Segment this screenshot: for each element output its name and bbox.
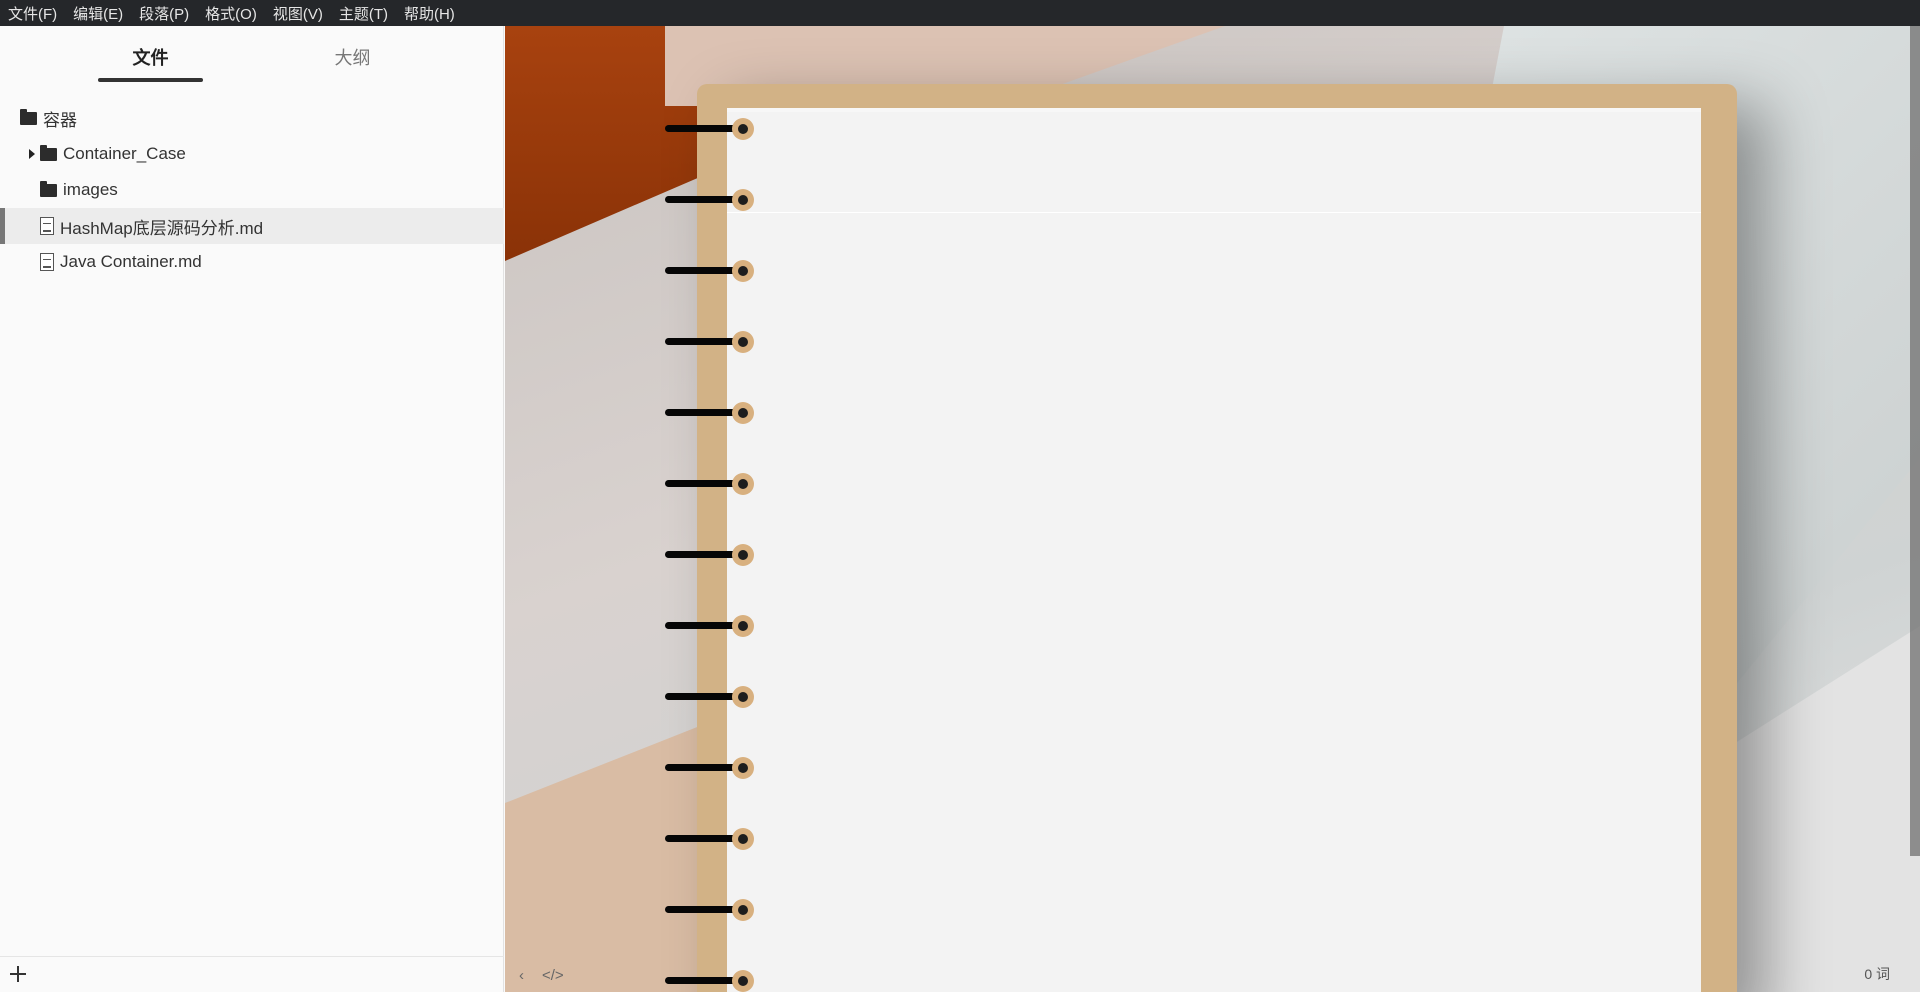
editor-scrollbar[interactable] xyxy=(1910,26,1920,856)
spiral-ring xyxy=(665,897,754,923)
spiral-ring xyxy=(665,471,754,497)
sidebar-tabs: 文件 大纲 xyxy=(0,26,503,84)
folder-icon xyxy=(20,108,37,125)
chevron-left-icon[interactable]: ‹ xyxy=(519,967,524,984)
tree-folder-container-case[interactable]: Container_Case xyxy=(0,136,504,172)
ring-hole xyxy=(732,899,754,921)
ring-hole xyxy=(732,331,754,353)
ring-hole xyxy=(732,402,754,424)
file-tree: 容器 Container_Case images HashMap底层源码分析.m… xyxy=(0,100,504,280)
paper-rule-line xyxy=(727,212,1701,213)
ring-hole xyxy=(732,828,754,850)
ring-hole xyxy=(732,544,754,566)
ring-hole xyxy=(732,615,754,637)
ring-hole xyxy=(732,686,754,708)
file-icon xyxy=(40,253,54,271)
spiral-ring xyxy=(665,400,754,426)
ring-hole xyxy=(732,757,754,779)
tree-file-java-container[interactable]: Java Container.md xyxy=(0,244,504,280)
status-bar-left: ‹ </> xyxy=(519,967,564,984)
spiral-ring xyxy=(665,329,754,355)
spiral-ring xyxy=(665,684,754,710)
ring-hole xyxy=(732,118,754,140)
notebook-cover xyxy=(697,84,1737,992)
tree-folder-root[interactable]: 容器 xyxy=(0,100,504,136)
tab-files[interactable]: 文件 xyxy=(98,44,203,70)
spiral-ring xyxy=(665,258,754,284)
ring-hole xyxy=(732,260,754,282)
menu-edit[interactable]: 编辑(E) xyxy=(73,3,131,24)
sidebar: 文件 大纲 容器 Container_Case images HashMap底层… xyxy=(0,26,504,992)
spiral-ring xyxy=(665,542,754,568)
tab-outline[interactable]: 大纲 xyxy=(300,44,405,70)
menu-paragraph[interactable]: 段落(P) xyxy=(139,3,197,24)
spiral-ring xyxy=(665,116,754,142)
menu-format[interactable]: 格式(O) xyxy=(205,3,265,24)
menu-theme[interactable]: 主题(T) xyxy=(339,3,396,24)
ring-hole xyxy=(732,189,754,211)
spiral-ring xyxy=(665,826,754,852)
ring-hole xyxy=(732,473,754,495)
tree-item-label: images xyxy=(63,180,118,199)
caret-right-icon[interactable] xyxy=(29,149,35,159)
tree-item-label: HashMap底层源码分析.md xyxy=(60,218,264,238)
tree-item-label: Java Container.md xyxy=(60,252,202,271)
tree-item-label: 容器 xyxy=(43,110,77,130)
menu-view[interactable]: 视图(V) xyxy=(273,3,331,24)
editor-area: ‹ </> 0 词 xyxy=(505,26,1920,992)
folder-icon xyxy=(40,144,57,161)
editor-paper[interactable] xyxy=(727,108,1701,992)
menu-help[interactable]: 帮助(H) xyxy=(404,3,463,24)
tree-item-label: Container_Case xyxy=(63,144,186,163)
file-icon xyxy=(40,217,54,235)
tree-file-hashmap[interactable]: HashMap底层源码分析.md xyxy=(0,208,504,244)
spiral-ring xyxy=(665,968,754,992)
code-icon[interactable]: </> xyxy=(542,967,564,984)
spiral-ring xyxy=(665,187,754,213)
spiral-ring xyxy=(665,755,754,781)
menu-file[interactable]: 文件(F) xyxy=(8,3,65,24)
plus-icon[interactable] xyxy=(10,966,26,982)
menu-bar: 文件(F) 编辑(E) 段落(P) 格式(O) 视图(V) 主题(T) 帮助(H… xyxy=(0,0,1920,26)
ring-hole xyxy=(732,970,754,992)
folder-icon xyxy=(40,180,57,197)
active-tab-indicator xyxy=(98,78,203,82)
spiral-ring xyxy=(665,613,754,639)
tree-folder-images[interactable]: images xyxy=(0,172,504,208)
sidebar-footer xyxy=(0,956,504,992)
word-count[interactable]: 0 词 xyxy=(1864,964,1890,984)
